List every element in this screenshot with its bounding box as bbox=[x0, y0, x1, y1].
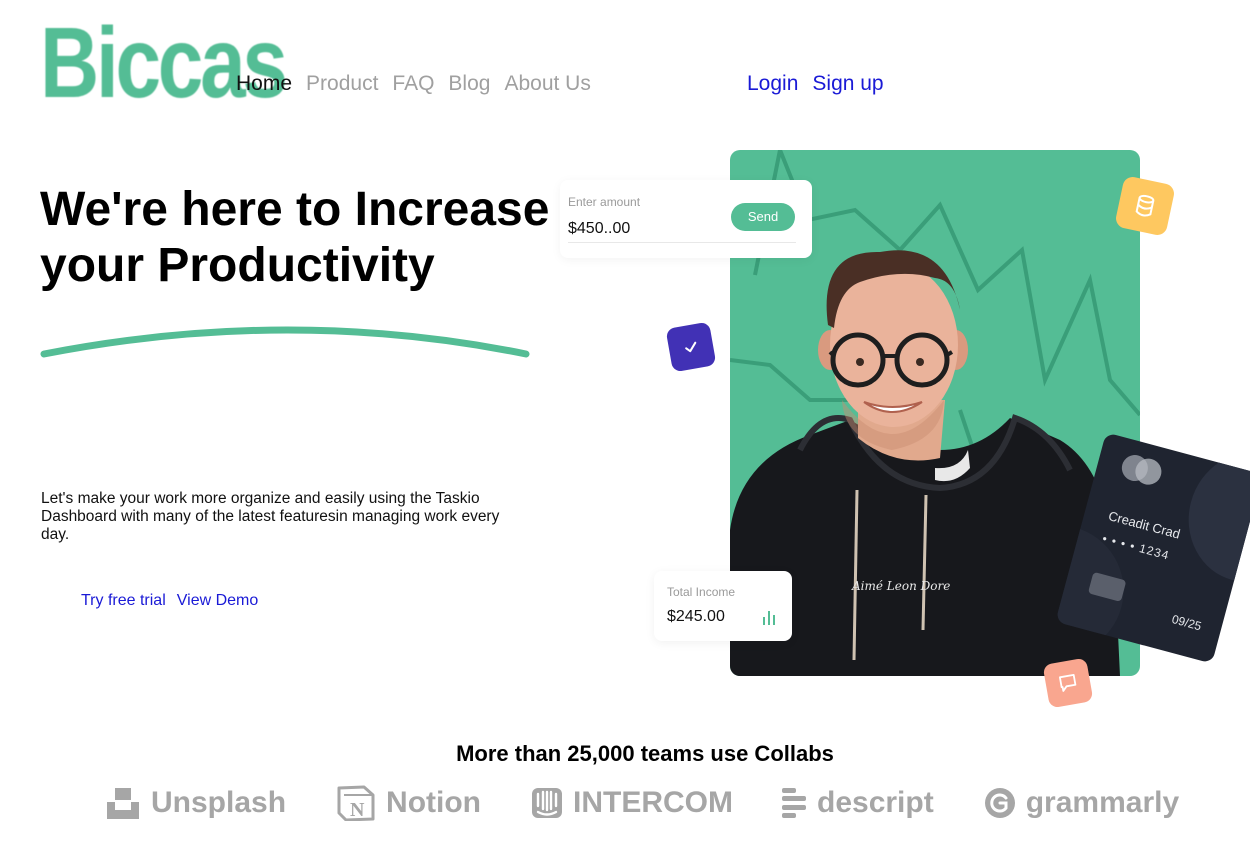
amount-input[interactable]: $450..00 bbox=[568, 220, 630, 238]
amount-label: Enter amount bbox=[568, 195, 641, 209]
view-demo-link[interactable]: View Demo bbox=[177, 592, 259, 610]
check-icon bbox=[685, 341, 697, 353]
amount-underline bbox=[568, 242, 796, 243]
hero-underline-curve bbox=[40, 326, 530, 358]
hero-title: We're here to Increase your Productivity bbox=[40, 183, 550, 292]
brand-notion: N Notion bbox=[336, 785, 481, 821]
nav-product[interactable]: Product bbox=[306, 72, 378, 96]
send-button[interactable]: Send bbox=[731, 203, 795, 231]
total-income-card: Total Income $245.00 bbox=[654, 571, 792, 641]
chat-icon bbox=[1058, 673, 1077, 692]
income-label: Total Income bbox=[667, 585, 736, 599]
database-icon bbox=[1135, 194, 1155, 217]
brand-name: Unsplash bbox=[151, 786, 287, 819]
brand-intercom: INTERCOM bbox=[531, 786, 733, 820]
hero-cta: Try free trial View Demo bbox=[81, 592, 258, 610]
descript-icon bbox=[782, 788, 806, 818]
check-badge bbox=[665, 321, 717, 373]
login-link[interactable]: Login bbox=[747, 72, 798, 96]
bar-chart-icon bbox=[763, 611, 775, 625]
income-value: $245.00 bbox=[667, 608, 725, 625]
notion-icon: N bbox=[337, 785, 375, 821]
main-nav: Home Product FAQ Blog About Us bbox=[236, 72, 591, 96]
nav-blog[interactable]: Blog bbox=[448, 72, 490, 96]
brand-unsplash: Unsplash bbox=[105, 786, 286, 820]
brand-descript: descript bbox=[781, 786, 934, 820]
brand-name: INTERCOM bbox=[573, 786, 733, 819]
nav-faq[interactable]: FAQ bbox=[392, 72, 434, 96]
enter-amount-card: Enter amount $450..00 Send bbox=[560, 180, 812, 258]
chat-badge bbox=[1042, 657, 1094, 709]
hoodie-print: Aimé Leon Dore bbox=[851, 579, 950, 593]
brand-name: grammarly bbox=[1025, 786, 1180, 819]
unsplash-icon bbox=[107, 788, 139, 819]
biccas-logo[interactable]: Biccas bbox=[40, 4, 288, 122]
hero-description: Let's make your work more organize and e… bbox=[41, 490, 500, 543]
try-free-trial-link[interactable]: Try free trial bbox=[81, 592, 166, 610]
brand-logos: Unsplash N Notion INTERCOM descript gram… bbox=[105, 785, 1179, 821]
nav-about-us[interactable]: About Us bbox=[504, 72, 590, 96]
intercom-icon bbox=[532, 788, 562, 818]
brand-name: descript bbox=[817, 786, 934, 819]
signup-link[interactable]: Sign up bbox=[812, 72, 883, 96]
grammarly-icon bbox=[984, 788, 1015, 818]
svg-text:N: N bbox=[350, 799, 365, 821]
brand-name: Notion bbox=[386, 786, 481, 819]
card-decoration bbox=[1174, 438, 1250, 596]
brand-grammarly: grammarly bbox=[984, 786, 1179, 820]
auth-links: Login Sign up bbox=[747, 72, 884, 96]
card-expiry: 09/25 bbox=[1170, 612, 1203, 634]
teams-heading: More than 25,000 teams use Collabs bbox=[456, 741, 834, 766]
nav-home[interactable]: Home bbox=[236, 72, 292, 96]
database-badge bbox=[1114, 175, 1176, 237]
